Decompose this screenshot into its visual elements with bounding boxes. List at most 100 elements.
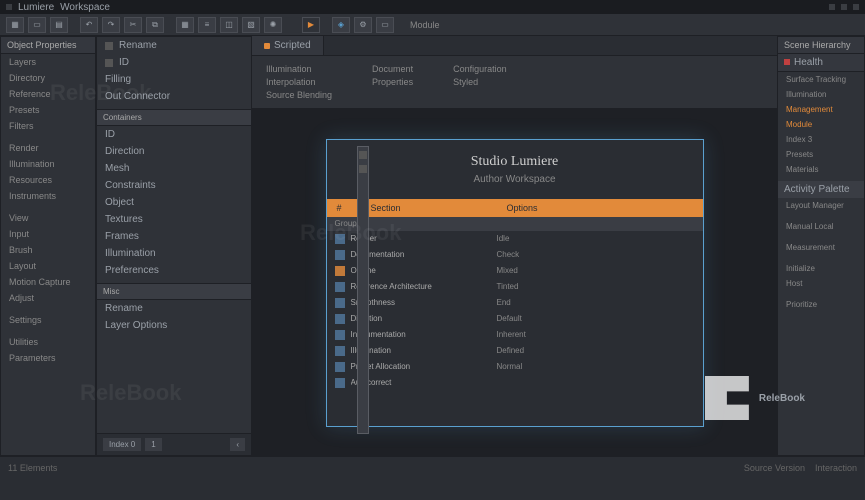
min-icon[interactable] — [829, 4, 835, 10]
left-item[interactable]: Presets — [1, 102, 95, 118]
mid-item[interactable]: Out Connector — [97, 88, 251, 105]
dialog-row[interactable]: Reference ArchitectureTinted — [327, 279, 703, 295]
tool-file-icon[interactable]: ▦ — [6, 17, 24, 33]
dialog-row[interactable]: OutlineMixed — [327, 263, 703, 279]
right-item[interactable]: Management — [778, 102, 864, 117]
mid-item[interactable]: Rename — [97, 37, 251, 54]
tool-settings-icon[interactable]: ⚙ — [354, 17, 372, 33]
mid-item-label: Textures — [105, 214, 143, 225]
right-item[interactable]: Module — [778, 117, 864, 132]
left-item[interactable]: Utilities — [1, 334, 95, 350]
left-item[interactable]: Parameters — [1, 350, 95, 366]
dialog-row[interactable]: DocumentationCheck — [327, 247, 703, 263]
mid-panel: RenameIDFillingOut ConnectorContainersID… — [96, 36, 252, 456]
tool-open-icon[interactable]: ▭ — [28, 17, 46, 33]
right-item[interactable]: Index 3 — [778, 132, 864, 147]
mid-item[interactable]: Filling — [97, 71, 251, 88]
info-group: Configuration Styled — [453, 64, 507, 100]
dialog-row[interactable]: Preset AllocationNormal — [327, 359, 703, 375]
tool-grid-icon[interactable]: ▦ — [176, 17, 194, 33]
mid-item[interactable]: Constraints — [97, 177, 251, 194]
mid-item[interactable]: Object — [97, 194, 251, 211]
mid-item[interactable]: ID — [97, 54, 251, 71]
dialog-window: Studio Lumiere Author Workspace # Id Sec… — [326, 139, 704, 427]
center-tab[interactable]: Scripted — [252, 36, 324, 55]
left-item[interactable]: Layout — [1, 258, 95, 274]
item-icon — [105, 42, 113, 50]
left-item[interactable]: Input — [1, 226, 95, 242]
tool-save-icon[interactable]: ▤ — [50, 17, 68, 33]
mid-item[interactable]: Mesh — [97, 160, 251, 177]
right-item[interactable]: Host — [778, 276, 864, 291]
mid-item[interactable]: Textures — [97, 211, 251, 228]
mid-item[interactable]: Direction — [97, 143, 251, 160]
row-name: Illumination — [351, 346, 491, 355]
tool-link-icon[interactable]: ◈ — [332, 17, 350, 33]
tool-mesh-icon[interactable]: ▧ — [242, 17, 260, 33]
left-item[interactable]: Motion Capture — [1, 274, 95, 290]
right-item[interactable]: Manual Local — [778, 219, 864, 234]
right-item[interactable]: Measurement — [778, 240, 864, 255]
dialog-row[interactable]: Autocorrect — [327, 375, 703, 391]
tool-folder-icon[interactable]: ▭ — [376, 17, 394, 33]
right-item[interactable]: Layout Manager — [778, 198, 864, 213]
mid-item[interactable]: Layer Options — [97, 317, 251, 334]
right-item[interactable]: Initialize — [778, 261, 864, 276]
right-section-header: Activity Palette — [778, 181, 864, 198]
left-item[interactable]: Layers — [1, 54, 95, 70]
left-item[interactable]: Settings — [1, 312, 95, 328]
left-item[interactable]: Resources — [1, 172, 95, 188]
row-icon — [335, 282, 345, 292]
tool-cut-icon[interactable]: ✂ — [124, 17, 142, 33]
mid-footer-tab[interactable]: Index 0 — [103, 438, 141, 451]
tool-redo-icon[interactable]: ↷ — [102, 17, 120, 33]
tool-view-icon[interactable]: ◫ — [220, 17, 238, 33]
mid-item[interactable]: Frames — [97, 228, 251, 245]
right-column: Scene Hierarchy HealthSurface TrackingIl… — [777, 36, 865, 456]
left-item[interactable]: Filters — [1, 118, 95, 134]
right-item[interactable]: Presets — [778, 147, 864, 162]
mid-item-label: Rename — [105, 303, 143, 314]
dialog-row[interactable]: SmoothnessEnd — [327, 295, 703, 311]
mid-group-header: Containers — [97, 109, 251, 126]
mid-footer-arrow-icon[interactable]: ‹ — [230, 438, 245, 451]
side-tool-icon[interactable] — [359, 165, 367, 173]
dialog-row[interactable]: InstrumentationInherent — [327, 327, 703, 343]
left-item[interactable]: Adjust — [1, 290, 95, 306]
dialog-row[interactable]: RenderIdle — [327, 231, 703, 247]
mid-item-label: Out Connector — [105, 91, 170, 102]
right-item[interactable]: Surface Tracking — [778, 72, 864, 87]
mid-group-header: Misc — [97, 283, 251, 300]
tool-play-icon[interactable]: ▶ — [302, 17, 320, 33]
tool-copy-icon[interactable]: ⧉ — [146, 17, 164, 33]
close-icon[interactable] — [853, 4, 859, 10]
row-icon — [335, 266, 345, 276]
left-item[interactable]: Brush — [1, 242, 95, 258]
center-info-bar: Illumination Interpolation Source Blendi… — [252, 56, 777, 109]
left-item[interactable]: Reference — [1, 86, 95, 102]
left-item[interactable]: Directory — [1, 70, 95, 86]
dialog-row[interactable]: IlluminationDefined — [327, 343, 703, 359]
mid-item-label: ID — [105, 129, 115, 140]
left-item[interactable]: Instruments — [1, 188, 95, 204]
left-item[interactable]: Render — [1, 140, 95, 156]
right-panel: Scene Hierarchy HealthSurface TrackingIl… — [777, 36, 865, 456]
right-item[interactable]: Materials — [778, 162, 864, 177]
mid-item[interactable]: Illumination — [97, 245, 251, 262]
max-icon[interactable] — [841, 4, 847, 10]
dialog-header-cell: Id Section — [351, 203, 497, 213]
side-tool-icon[interactable] — [359, 151, 367, 159]
right-section-header: Health — [778, 54, 864, 72]
left-item[interactable]: View — [1, 210, 95, 226]
mid-item[interactable]: Preferences — [97, 262, 251, 279]
left-item[interactable]: Illumination — [1, 156, 95, 172]
tool-light-icon[interactable]: ✺ — [264, 17, 282, 33]
tool-layers-icon[interactable]: ≡ — [198, 17, 216, 33]
mid-footer-tab[interactable]: 1 — [145, 438, 161, 451]
right-item[interactable]: Illumination — [778, 87, 864, 102]
right-item[interactable]: Prioritize — [778, 297, 864, 312]
dialog-row[interactable]: DirectionDefault — [327, 311, 703, 327]
mid-item[interactable]: ID — [97, 126, 251, 143]
mid-item[interactable]: Rename — [97, 300, 251, 317]
tool-undo-icon[interactable]: ↶ — [80, 17, 98, 33]
